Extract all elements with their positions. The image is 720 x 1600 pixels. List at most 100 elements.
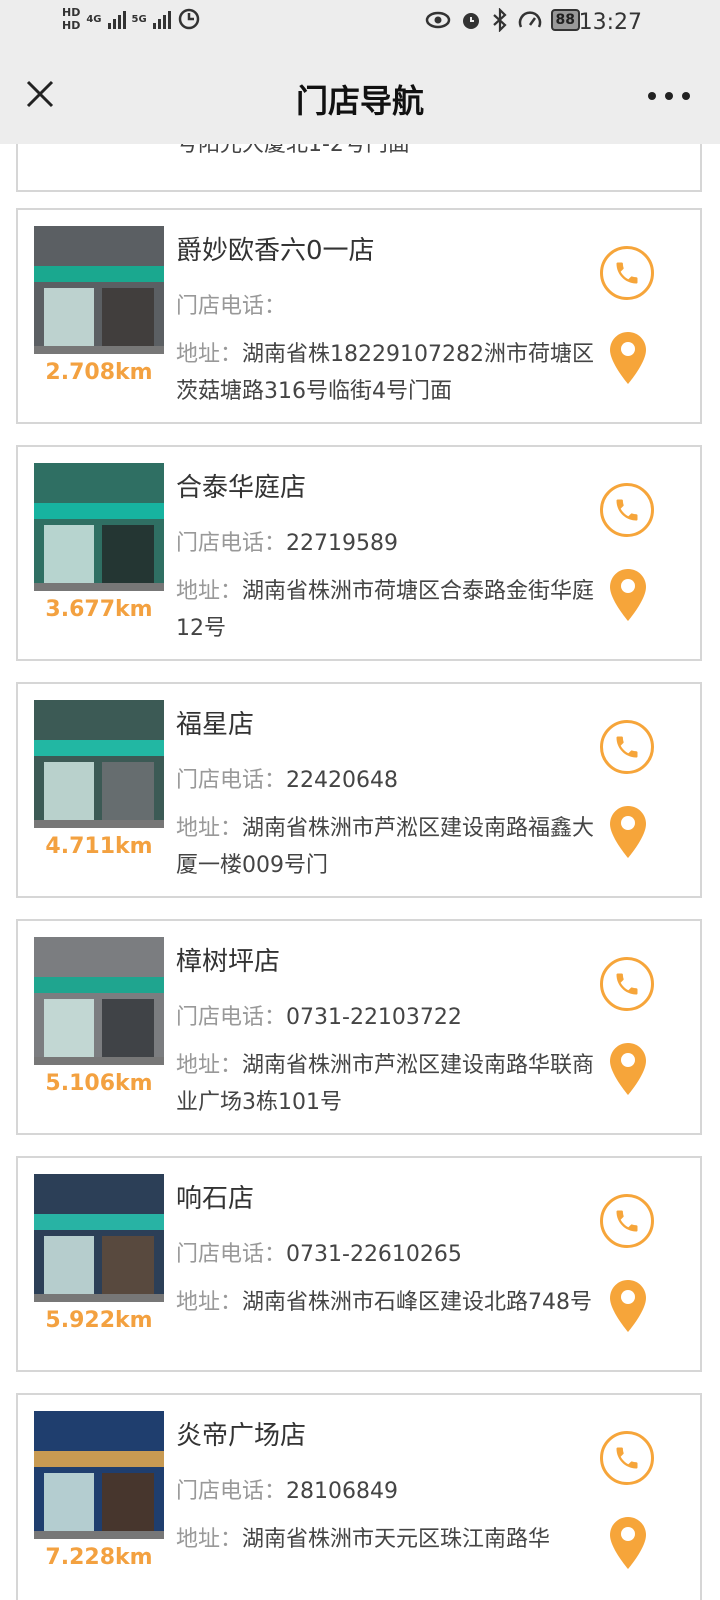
store-distance: 4.711km <box>45 834 153 859</box>
store-photo <box>34 937 164 1065</box>
store-phone-line: 门店电话：0731-22103722 <box>176 999 462 1031</box>
navigate-button[interactable] <box>608 567 648 623</box>
phone-label: 门店电话： <box>176 531 287 556</box>
alarm-icon <box>462 13 479 29</box>
call-button[interactable] <box>600 957 654 1011</box>
hd-indicator: HD HD <box>62 6 80 32</box>
store-phone[interactable]: 22420648 <box>286 768 398 793</box>
network-5g-label: 5G <box>131 13 147 25</box>
location-pin-icon <box>610 806 646 858</box>
signal-bars-icon <box>152 9 171 29</box>
navigate-button[interactable] <box>608 1278 648 1334</box>
call-button[interactable] <box>600 483 654 537</box>
store-address-line: 地址：湖南省株洲市石峰区建设北路748号 <box>176 1284 596 1321</box>
status-left: HD HD 4G 5G <box>62 6 201 32</box>
store-card[interactable]: 7.228km 炎帝广场店 门店电话：28106849 地址：湖南省株洲市天元区… <box>16 1393 702 1600</box>
navigate-button[interactable] <box>608 804 648 860</box>
store-photo <box>34 700 164 828</box>
more-dot-icon <box>648 92 656 100</box>
store-card[interactable]: 4.711km 福星店 门店电话：22420648 地址：湖南省株洲市芦淞区建设… <box>16 682 702 898</box>
network-4g-label: 4G <box>86 13 102 25</box>
address-label: 地址： <box>176 579 243 604</box>
store-address-line: 地址：湖南省株洲市荷塘区合泰路金街华庭12号 <box>176 573 596 647</box>
call-button[interactable] <box>600 246 654 300</box>
store-address-line: 地址：湖南省株洲市芦淞区建设南路福鑫大厦一楼009号门 <box>176 810 596 884</box>
store-address: 湖南省株洲市天元区珠江南路华 <box>242 1527 551 1552</box>
phone-icon <box>616 973 638 995</box>
navigate-button[interactable] <box>608 1515 648 1571</box>
store-photo <box>34 1411 164 1539</box>
phone-label: 门店电话： <box>176 294 287 319</box>
store-phone-line: 门店电话：28106849 <box>176 1473 398 1505</box>
phone-label: 门店电话： <box>176 1005 287 1030</box>
store-photo <box>34 1174 164 1302</box>
store-phone-line: 门店电话： <box>176 288 286 320</box>
store-phone-line: 门店电话：22719589 <box>176 525 398 557</box>
store-card-partial[interactable]: 号阳光大厦北1-2号门面 <box>16 144 702 192</box>
more-options-button[interactable] <box>648 92 690 100</box>
store-card[interactable]: 3.677km 合泰华庭店 门店电话：22719589 地址：湖南省株洲市荷塘区… <box>16 445 702 661</box>
more-dot-icon <box>682 92 690 100</box>
battery-level: 88 <box>550 9 580 31</box>
store-phone-line: 门店电话：22420648 <box>176 762 398 794</box>
address-label: 地址： <box>176 1053 243 1078</box>
store-address-line: 地址：湖南省株洲市芦淞区建设南路华联商业广场3栋101号 <box>176 1047 596 1121</box>
store-card[interactable]: 5.106km 樟树坪店 门店电话：0731-22103722 地址：湖南省株洲… <box>16 919 702 1135</box>
phone-icon <box>616 1447 638 1469</box>
store-card[interactable]: 5.922km 响石店 门店电话：0731-22610265 地址：湖南省株洲市… <box>16 1156 702 1372</box>
call-button[interactable] <box>600 1194 654 1248</box>
more-dot-icon <box>665 92 673 100</box>
location-pin-icon <box>610 1517 646 1569</box>
store-distance: 5.922km <box>45 1308 153 1333</box>
store-phone-line: 门店电话：0731-22610265 <box>176 1236 462 1268</box>
call-button[interactable] <box>600 720 654 774</box>
store-distance: 5.106km <box>45 1071 153 1096</box>
phone-icon <box>616 499 638 521</box>
phone-label: 门店电话： <box>176 1479 287 1504</box>
store-photo <box>34 226 164 354</box>
store-list: 号阳光大厦北1-2号门面 2.708km 爵妙欧香六0一店 门店电话： 地址：湖… <box>0 144 720 1600</box>
store-phone[interactable]: 0731-22610265 <box>286 1242 462 1267</box>
store-name: 合泰华庭店 <box>176 473 307 503</box>
store-phone[interactable]: 0731-22103722 <box>286 1005 462 1030</box>
store-distance: 3.677km <box>45 597 153 622</box>
store-address: 湖南省株洲市石峰区建设北路748号 <box>242 1290 593 1315</box>
address-label: 地址： <box>176 816 243 841</box>
store-name: 响石店 <box>176 1184 255 1214</box>
store-address-partial: 号阳光大厦北1-2号门面 <box>176 144 410 157</box>
eye-icon <box>425 11 450 29</box>
store-distance: 7.228km <box>45 1545 153 1570</box>
location-pin-icon <box>610 1280 646 1332</box>
store-address-line: 地址：湖南省株洲市天元区珠江南路华 <box>176 1521 596 1558</box>
store-distance: 2.708km <box>45 360 153 385</box>
status-bar: HD HD 4G 5G 88 13:27 <box>0 0 720 48</box>
call-button[interactable] <box>600 1431 654 1485</box>
store-name: 樟树坪店 <box>176 947 281 977</box>
store-name: 炎帝广场店 <box>176 1421 307 1451</box>
navigate-button[interactable] <box>608 330 648 386</box>
speedometer-icon <box>518 11 541 28</box>
phone-label: 门店电话： <box>176 768 287 793</box>
location-pin-icon <box>610 1043 646 1095</box>
phone-icon <box>616 262 638 284</box>
store-name: 爵妙欧香六0一店 <box>176 236 375 266</box>
hd1-text: HD <box>62 6 81 19</box>
address-label: 地址： <box>176 1290 243 1315</box>
location-pin-icon <box>610 569 646 621</box>
store-phone[interactable]: 28106849 <box>286 1479 398 1504</box>
phone-icon <box>616 1210 638 1232</box>
location-pin-icon <box>610 332 646 384</box>
data-saver-icon <box>178 8 199 30</box>
hd2-text: HD <box>62 19 81 32</box>
phone-label: 门店电话： <box>176 1242 287 1267</box>
signal-bars-icon <box>107 9 126 29</box>
store-card[interactable]: 2.708km 爵妙欧香六0一店 门店电话： 地址：湖南省株1822910728… <box>16 208 702 424</box>
status-right: 88 <box>425 8 580 32</box>
address-label: 地址： <box>176 1527 243 1552</box>
address-label: 地址： <box>176 342 243 367</box>
store-phone[interactable]: 22719589 <box>286 531 398 556</box>
phone-icon <box>616 736 638 758</box>
store-address-line: 地址：湖南省株18229107282洲市荷塘区茨菇塘路316号临街4号门面 <box>176 336 596 410</box>
title-bar: 门店导航 <box>0 48 720 144</box>
navigate-button[interactable] <box>608 1041 648 1097</box>
